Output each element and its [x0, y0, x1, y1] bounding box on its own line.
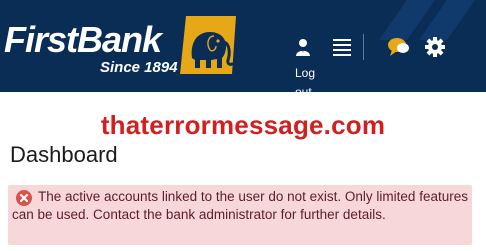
watermark-text: thaterrormessage.com [100, 110, 386, 140]
brand-tagline: Since 1894 [100, 59, 178, 76]
gear-icon[interactable] [425, 37, 445, 57]
top-header: FirstBank Since 1894 Log out [0, 0, 486, 92]
page-title: Dashboard [10, 142, 118, 167]
header-divider [363, 34, 364, 60]
alert-message: The active accounts linked to the user d… [12, 189, 468, 222]
menu-icon[interactable] [333, 38, 351, 56]
brand-name: FirstBank [4, 19, 162, 60]
error-alert: The active accounts linked to the user d… [8, 185, 472, 245]
elephant-logo-icon [180, 16, 236, 74]
chat-icon[interactable] [388, 37, 410, 57]
logout-link[interactable]: Log out [295, 64, 325, 92]
user-icon[interactable] [295, 38, 311, 56]
